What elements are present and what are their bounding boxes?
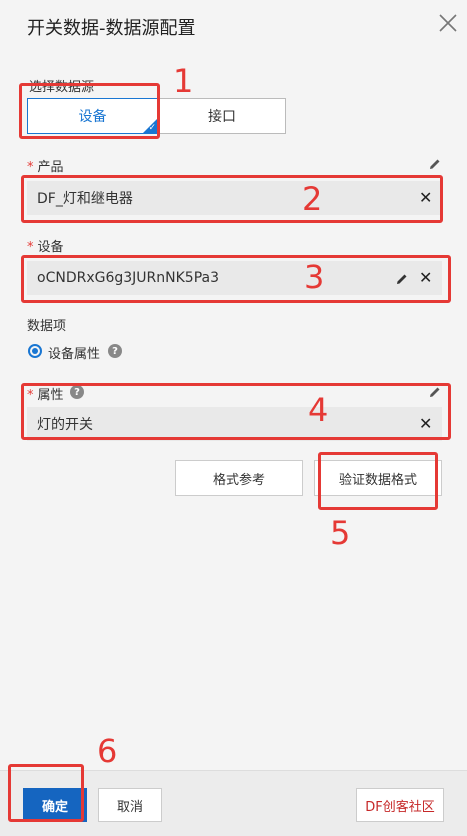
device-value: oCNDRxG6g3JURnNK5Pa3	[37, 270, 219, 286]
verify-format-button[interactable]: 验证数据格式	[314, 460, 442, 496]
source-option-device[interactable]: 设备 ✓	[27, 98, 158, 134]
product-clear-icon[interactable]: ✕	[419, 188, 432, 207]
verify-format-label: 验证数据格式	[338, 472, 417, 488]
cancel-label: 取消	[116, 799, 143, 815]
source-label: 选择数据源	[29, 80, 95, 95]
required-mark: *	[27, 160, 34, 175]
attribute-label: * 属性	[27, 384, 64, 403]
required-mark: *	[27, 388, 34, 403]
format-reference-button[interactable]: 格式参考	[175, 460, 303, 496]
watermark: DF创客社区	[356, 788, 444, 822]
device-field[interactable]: oCNDRxG6g3JURnNK5Pa3	[27, 261, 442, 295]
attribute-clear-icon[interactable]: ✕	[419, 414, 432, 433]
annotation-number-1: 1	[173, 62, 194, 100]
annotation-number-2: 2	[302, 180, 323, 218]
product-field[interactable]: DF_灯和继电器	[27, 181, 442, 215]
help-icon[interactable]: ?	[108, 344, 122, 358]
attribute-field[interactable]: 灯的开关	[27, 407, 442, 441]
close-icon[interactable]	[437, 12, 459, 34]
dialog-title: 开关数据-数据源配置	[27, 18, 196, 39]
format-reference-label: 格式参考	[212, 472, 265, 488]
required-mark: *	[27, 240, 34, 255]
device-attribute-label: 设备属性	[48, 347, 101, 362]
annotation-number-4: 4	[308, 391, 329, 429]
product-label-text: 产品	[37, 160, 64, 175]
annotation-number-6: 6	[97, 732, 118, 770]
product-edit-icon[interactable]	[428, 156, 442, 170]
attribute-help-icon[interactable]: ?	[70, 385, 84, 399]
device-edit-icon[interactable]	[395, 271, 409, 285]
cancel-button[interactable]: 取消	[98, 788, 162, 822]
attribute-value: 灯的开关	[37, 417, 93, 433]
product-value: DF_灯和继电器	[37, 191, 133, 207]
data-item-label: 数据项	[27, 319, 67, 334]
attribute-label-text: 属性	[37, 388, 64, 403]
source-option-api[interactable]: 接口	[158, 98, 286, 134]
device-clear-icon[interactable]: ✕	[419, 268, 432, 287]
radio-dot	[32, 348, 38, 354]
attribute-edit-icon[interactable]	[428, 384, 442, 398]
annotation-number-3: 3	[304, 258, 325, 296]
confirm-button[interactable]: 确定	[23, 788, 87, 822]
source-option-api-label: 接口	[208, 109, 236, 125]
source-option-device-label: 设备	[78, 109, 107, 125]
confirm-label: 确定	[41, 799, 68, 815]
device-label: * 设备	[27, 236, 64, 255]
check-icon: ✓	[148, 123, 156, 133]
product-label: * 产品	[27, 156, 64, 175]
device-label-text: 设备	[37, 240, 64, 255]
annotation-number-5: 5	[330, 514, 351, 552]
watermark-text: DF创客社区	[365, 799, 435, 815]
device-attribute-radio[interactable]	[28, 344, 42, 358]
